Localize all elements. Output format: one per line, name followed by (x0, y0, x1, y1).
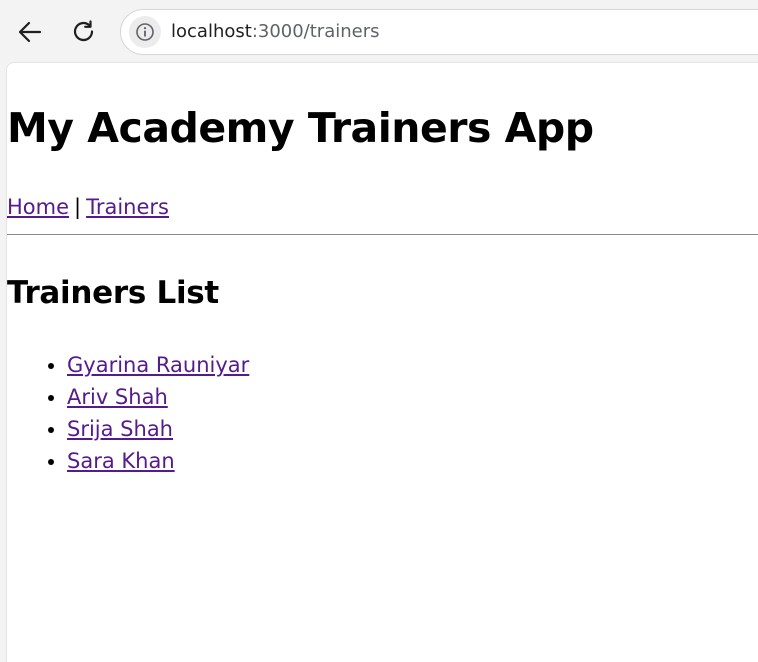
divider (7, 234, 758, 235)
arrow-left-icon (18, 21, 42, 43)
trainer-link[interactable]: Gyarina Rauniyar (67, 353, 249, 377)
nav-link-trainers[interactable]: Trainers (86, 195, 169, 219)
trainers-list: Gyarina Rauniyar Ariv Shah Srija Shah Sa… (7, 349, 249, 477)
info-icon (136, 23, 154, 41)
trainer-link[interactable]: Ariv Shah (67, 385, 168, 409)
page-viewport: My Academy Trainers App Home | Trainers Tr… (6, 62, 758, 662)
site-info-button[interactable] (129, 16, 161, 48)
url-text[interactable]: localhost:3000/trainers (171, 21, 380, 43)
reload-button[interactable] (66, 14, 102, 50)
url-path: :3000/trainers (251, 21, 380, 42)
reload-icon (73, 20, 94, 42)
url-host: localhost (171, 21, 252, 42)
trainer-link[interactable]: Sara Khan (67, 449, 175, 473)
nav-separator: | (74, 195, 82, 219)
address-bar[interactable]: localhost:3000/trainers (120, 9, 758, 55)
trainer-link[interactable]: Srija Shah (67, 417, 173, 441)
list-item: Ariv Shah (67, 381, 249, 413)
top-nav: Home | Trainers (7, 193, 169, 221)
section-heading: Trainers List (7, 275, 219, 311)
back-button[interactable] (12, 14, 48, 50)
list-item: Sara Khan (67, 445, 249, 477)
browser-toolbar: localhost:3000/trainers (0, 0, 758, 62)
list-item: Gyarina Rauniyar (67, 349, 249, 381)
nav-link-home[interactable]: Home (7, 195, 69, 219)
page-title: My Academy Trainers App (7, 104, 594, 152)
list-item: Srija Shah (67, 413, 249, 445)
